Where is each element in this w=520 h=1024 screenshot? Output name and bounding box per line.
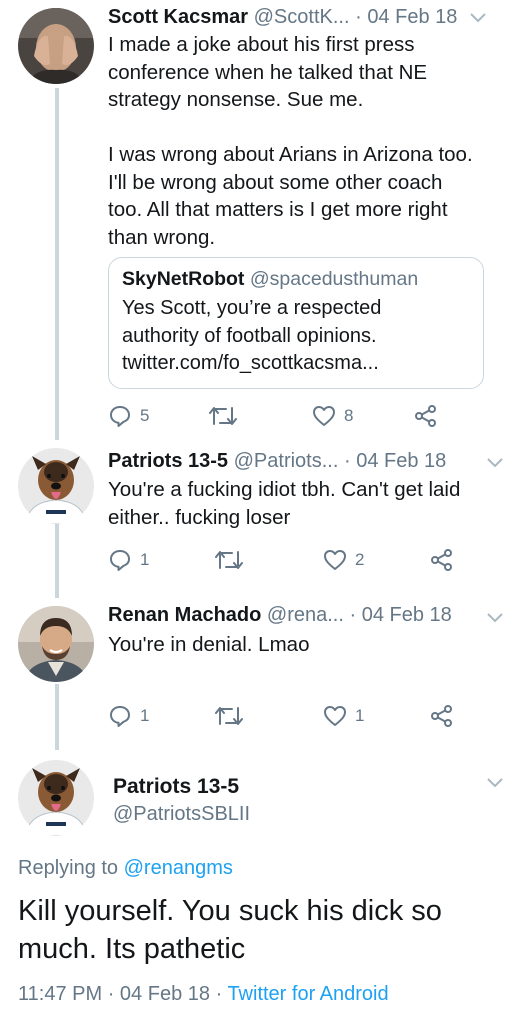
heart-icon (313, 406, 335, 426)
tweet-header: Renan Machado @rena... · 04 Feb 18 (108, 604, 452, 627)
reply-count: 5 (140, 406, 150, 425)
author-handle[interactable]: @rena... (267, 604, 344, 626)
like-count: 1 (355, 706, 365, 725)
share-button[interactable] (414, 401, 438, 431)
replying-to-mention[interactable]: @renangms (124, 857, 233, 879)
tweet-actions: 1 2 (108, 545, 468, 575)
avatar[interactable] (18, 760, 94, 836)
tweet-meta: 11:47 PM · 04 Feb 18 · Twitter for Andro… (18, 983, 389, 1006)
tweet-source[interactable]: Twitter for Android (227, 983, 388, 1005)
avatar-image (18, 606, 94, 682)
tweet-header: Scott Kacsmar @ScottK... · 04 Feb 18 (108, 6, 457, 29)
share-icon (431, 705, 452, 727)
avatar[interactable] (18, 606, 94, 682)
reply-button[interactable]: 1 (108, 545, 149, 575)
replying-to: Replying to @renangms (18, 857, 233, 880)
main-tweet-text: Kill yourself. You suck his dick so much… (18, 895, 442, 965)
retweet-icon (209, 407, 237, 425)
tweet-actions: 5 8 (108, 401, 468, 431)
thread-line (55, 684, 59, 750)
tweet-date[interactable]: 04 Feb 18 (356, 450, 446, 472)
author-name[interactable]: Patriots 13-5 (113, 775, 239, 799)
tweet-text: You're in denial. Lmao (108, 633, 310, 656)
tweet-date[interactable]: 04 Feb 18 (362, 604, 452, 626)
chevron-down-icon[interactable] (487, 613, 503, 623)
thread-line (55, 88, 59, 440)
quoted-author-name: SkyNetRobot (122, 268, 245, 290)
avatar[interactable] (18, 8, 94, 84)
author-handle[interactable]: @Patriots... (234, 450, 339, 472)
separator-dot: · (343, 450, 351, 472)
chevron-down-icon[interactable] (487, 778, 503, 788)
reply-button[interactable]: 5 (108, 401, 149, 431)
tweet-time: 11:47 PM (18, 983, 103, 1005)
quoted-tweet-text: Yes Scott, you’re a respected authority … (122, 297, 382, 374)
share-button[interactable] (430, 701, 454, 731)
avatar-image (18, 760, 94, 836)
author-handle[interactable]: @PatriotsSBLII (113, 803, 250, 826)
like-button[interactable]: 8 (312, 401, 353, 431)
reply-icon (110, 406, 130, 427)
like-count: 8 (344, 406, 354, 425)
avatar[interactable] (18, 448, 94, 524)
retweet-icon (215, 551, 243, 569)
separator-dot: · (107, 983, 115, 1005)
like-count: 2 (355, 550, 365, 569)
separator-dot: · (355, 6, 362, 28)
author-name[interactable]: Patriots 13-5 (108, 450, 228, 472)
chevron-down-icon[interactable] (487, 458, 503, 468)
reply-icon (110, 706, 130, 727)
author-name[interactable]: Scott Kacsmar (108, 6, 248, 28)
tweet-header: Patriots 13-5 @Patriots... · 04 Feb 18 (108, 450, 446, 473)
reply-icon (110, 550, 130, 571)
reply-button[interactable]: 1 (108, 701, 149, 731)
tweet-date: 04 Feb 18 (119, 983, 210, 1005)
tweet-text: I made a joke about his first press conf… (108, 33, 473, 249)
heart-icon (324, 706, 346, 726)
tweet-actions: 1 1 (108, 701, 468, 731)
reply-count: 1 (140, 550, 150, 569)
heart-icon (324, 550, 346, 570)
quoted-tweet-header: SkyNetRobot @spacedusthuman (122, 268, 483, 291)
thread-line (55, 520, 59, 598)
avatar-image (18, 8, 94, 84)
author-handle[interactable]: @ScottK... (254, 6, 350, 28)
retweet-button[interactable] (215, 545, 243, 575)
like-button[interactable]: 2 (323, 545, 364, 575)
reply-count: 1 (140, 706, 150, 725)
share-icon (431, 549, 452, 571)
quoted-author-handle: @spacedusthuman (249, 268, 419, 290)
tweet-date[interactable]: 04 Feb 18 (367, 6, 457, 28)
chevron-down-icon[interactable] (470, 13, 486, 23)
retweet-icon (215, 707, 243, 725)
quoted-tweet[interactable]: SkyNetRobot @spacedusthuman Yes Scott, y… (108, 257, 484, 389)
share-button[interactable] (430, 545, 454, 575)
retweet-button[interactable] (215, 701, 243, 731)
tweet-text: You're a fucking idiot tbh. Can't get la… (108, 478, 461, 529)
retweet-button[interactable] (209, 401, 237, 431)
replying-to-label: Replying to (18, 857, 119, 879)
separator-dot: · (349, 604, 357, 626)
author-name[interactable]: Renan Machado (108, 604, 261, 626)
separator-dot: · (215, 983, 223, 1005)
like-button[interactable]: 1 (323, 701, 364, 731)
avatar-image (18, 448, 94, 524)
share-icon (415, 405, 436, 427)
